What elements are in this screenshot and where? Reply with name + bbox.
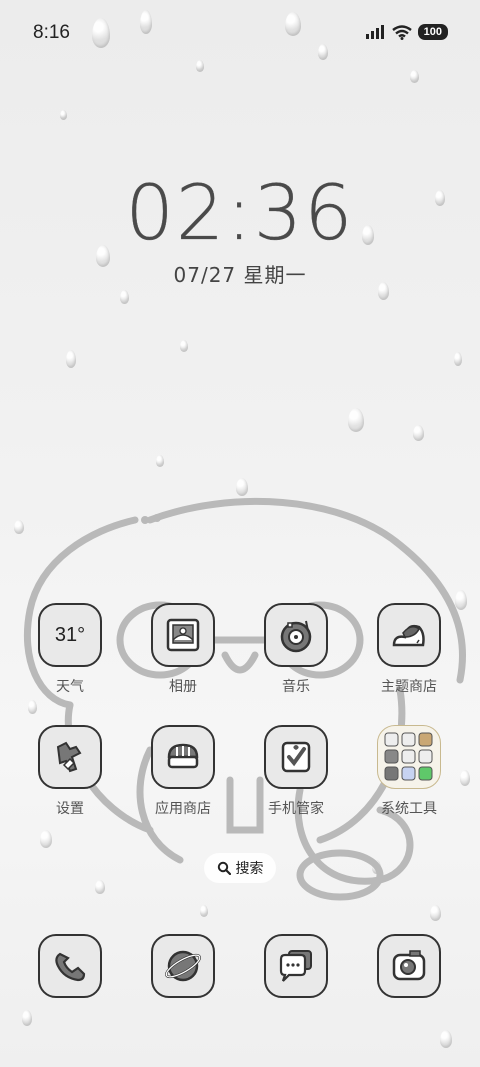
music-icon (264, 603, 328, 667)
app-label: 手机管家 (268, 801, 324, 817)
app-store-icon (151, 725, 215, 789)
theme-store-icon (377, 603, 441, 667)
app-app-store[interactable]: 应用商店 (138, 725, 228, 818)
app-phone-manager[interactable]: 手机管家 (251, 725, 341, 818)
search-icon (217, 861, 231, 875)
app-weather[interactable]: 31° 天气 (25, 603, 115, 696)
app-theme-store[interactable]: 主题商店 (364, 603, 454, 696)
app-label: 设置 (56, 801, 84, 817)
camera-icon (377, 934, 441, 998)
app-system-tools-folder[interactable]: 系统工具 (364, 725, 454, 818)
app-label: 相册 (169, 679, 197, 695)
app-label: 天气 (56, 679, 84, 695)
app-settings[interactable]: 设置 (25, 725, 115, 818)
status-bar: 8:16 100 (0, 0, 480, 66)
browser-icon (151, 934, 215, 998)
settings-icon (38, 725, 102, 789)
wifi-icon (391, 24, 412, 40)
app-music[interactable]: 音乐 (251, 603, 341, 696)
weather-icon: 31° (38, 603, 102, 667)
dock-camera[interactable] (364, 934, 454, 998)
messages-icon (264, 934, 328, 998)
system-tools-folder-icon (377, 725, 441, 789)
status-time: 8:16 (33, 22, 70, 43)
clock-widget[interactable]: 02:36 07/27 星期一 (0, 168, 480, 288)
search-label: 搜索 (235, 861, 264, 877)
clock-time: 02:36 (125, 168, 355, 257)
search-button[interactable]: 搜索 (204, 853, 276, 883)
battery-icon: 100 (417, 24, 448, 40)
gallery-icon (151, 603, 215, 667)
app-label: 应用商店 (155, 801, 211, 817)
dock-phone[interactable] (25, 934, 115, 998)
app-label: 音乐 (282, 679, 310, 695)
phone-manager-icon (264, 725, 328, 789)
dock-messages[interactable] (251, 934, 341, 998)
signal-icon (365, 25, 384, 39)
app-gallery[interactable]: 相册 (138, 603, 228, 696)
weather-temperature: 31° (54, 623, 86, 646)
clock-date: 07/27 星期一 (173, 263, 307, 287)
dock-browser[interactable] (138, 934, 228, 998)
phone-icon (38, 934, 102, 998)
app-label: 系统工具 (381, 801, 437, 817)
app-label: 主题商店 (381, 679, 437, 695)
